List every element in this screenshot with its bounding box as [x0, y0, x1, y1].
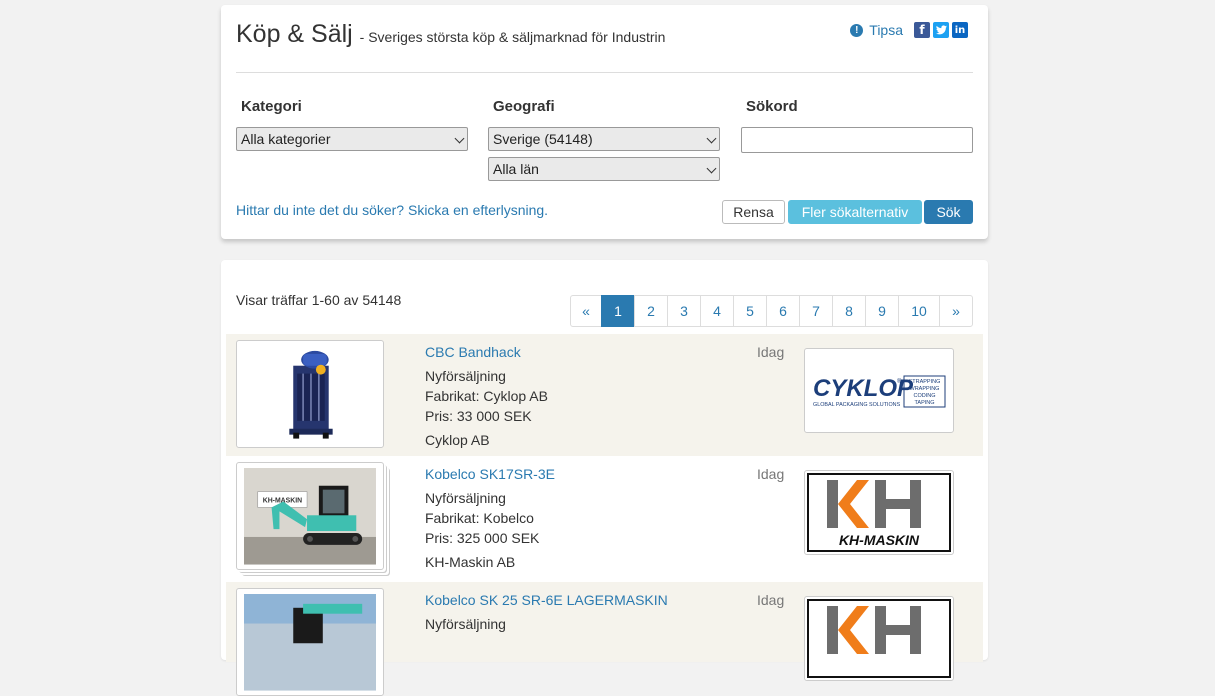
exclamation-circle-icon[interactable]: ! [850, 23, 864, 37]
kh-maskin-logo [807, 599, 951, 678]
svg-text:CODING: CODING [914, 393, 936, 399]
category-select[interactable]: Alla kategorier [236, 127, 468, 151]
listing-type: Nyförsäljning [425, 616, 506, 632]
bandhack-machine-image [289, 350, 333, 439]
page-9[interactable]: 9 [865, 295, 899, 327]
listing-title[interactable]: CBC Bandhack [425, 344, 521, 360]
svg-text:WRAPPING: WRAPPING [910, 386, 940, 392]
page-10[interactable]: 10 [898, 295, 940, 327]
page-prev[interactable]: « [570, 295, 602, 327]
listing-seller: Cyklop AB [425, 432, 490, 448]
cyklop-logo: CYKLOP ® GLOBAL PACKAGING SOLUTIONS STRA… [813, 375, 946, 408]
search-button[interactable]: Sök [924, 200, 973, 224]
page-2[interactable]: 2 [634, 295, 668, 327]
listing-make: Fabrikat: Cyklop AB [425, 388, 548, 404]
svg-text:STRAPPING: STRAPPING [909, 379, 941, 385]
page-1[interactable]: 1 [601, 295, 635, 327]
chevron-down-icon [706, 133, 717, 144]
listing-price: Pris: 325 000 SEK [425, 530, 540, 546]
linkedin-icon[interactable]: in [952, 22, 968, 38]
search-card: Köp & Sälj - Sveriges största köp & sälj… [221, 5, 988, 239]
listing-date: Idag [757, 466, 785, 482]
list-item[interactable]: CBC Bandhack Nyförsäljning Fabrikat: Cyk… [226, 334, 983, 456]
page-subtitle: - Sveriges största köp & säljmarknad för… [359, 29, 666, 45]
chevron-down-icon [706, 163, 717, 174]
keyword-label: Sökord [746, 98, 798, 115]
cyklop-logo-mark: ® [897, 378, 902, 385]
geo-select[interactable]: Sverige (54148) [488, 127, 720, 151]
efterlysning-link[interactable]: Hittar du inte det du söker? Skicka en e… [236, 202, 548, 218]
cyklop-logo-tagline: GLOBAL PACKAGING SOLUTIONS [813, 402, 901, 408]
listing-make: Fabrikat: Kobelco [425, 510, 534, 526]
page-5[interactable]: 5 [733, 295, 767, 327]
page-next[interactable]: » [939, 295, 973, 327]
listing-thumbnail[interactable]: KH-MASKIN [236, 462, 384, 570]
seller-logo-kh-maskin[interactable] [804, 596, 954, 681]
pagination: « 1 2 3 4 5 6 7 8 9 10 » [570, 295, 973, 327]
results-card: Visar träffar 1-60 av 54148 « 1 2 3 4 5 … [221, 260, 988, 696]
list-item[interactable]: Kobelco SK 25 SR-6E LAGERMASKIN Nyförsäl… [226, 582, 983, 696]
category-select-value: Alla kategorier [241, 131, 331, 147]
page-heading: Köp & Sälj - Sveriges största köp & sälj… [236, 20, 665, 49]
listing-type: Nyförsäljning [425, 490, 506, 506]
list-item[interactable]: KH-MASKIN Kobelco SK17SR-3E Nyförsäljnin… [226, 456, 983, 582]
listing-title[interactable]: Kobelco SK17SR-3E [425, 466, 555, 482]
listing-title[interactable]: Kobelco SK 25 SR-6E LAGERMASKIN [425, 592, 668, 608]
chevron-down-icon [454, 133, 465, 144]
listing-type: Nyförsäljning [425, 368, 506, 384]
page-8[interactable]: 8 [832, 295, 866, 327]
kh-maskin-logo-word: KH-MASKIN [839, 532, 920, 548]
seller-logo-cyklop[interactable]: CYKLOP ® GLOBAL PACKAGING SOLUTIONS STRA… [804, 348, 954, 433]
seller-logo-kh-maskin[interactable]: KH-MASKIN [804, 470, 954, 555]
listing-seller: KH-Maskin AB [425, 554, 516, 570]
listing-date: Idag [757, 592, 785, 608]
page-7[interactable]: 7 [799, 295, 833, 327]
share-bar: ! Tipsa f in [850, 22, 968, 38]
geo-select-value: Sverige (54148) [493, 131, 593, 147]
listing-thumbnail[interactable] [236, 340, 384, 448]
excavator-image [244, 594, 376, 691]
header-divider [236, 72, 973, 73]
listing-price: Pris: 33 000 SEK [425, 408, 532, 424]
facebook-icon[interactable]: f [914, 22, 930, 38]
category-label: Kategori [241, 98, 302, 115]
page-title: Köp & Sälj [236, 20, 353, 48]
tipsa-link[interactable]: Tipsa [869, 22, 903, 38]
result-count: Visar träffar 1-60 av 54148 [236, 292, 402, 308]
svg-text:TAPING: TAPING [914, 400, 934, 406]
page-3[interactable]: 3 [667, 295, 701, 327]
listing-date: Idag [757, 344, 785, 360]
geo-label: Geografi [493, 98, 555, 115]
county-select-value: Alla län [493, 161, 539, 177]
page-4[interactable]: 4 [700, 295, 734, 327]
more-options-button[interactable]: Fler sökalternativ [788, 200, 922, 224]
page-6[interactable]: 6 [766, 295, 800, 327]
keyword-input[interactable] [741, 127, 973, 153]
twitter-icon[interactable] [933, 22, 949, 38]
excavator-image: KH-MASKIN [244, 468, 376, 565]
county-select[interactable]: Alla län [488, 157, 720, 181]
clear-button[interactable]: Rensa [722, 200, 785, 224]
kh-maskin-logo: KH-MASKIN [807, 473, 951, 552]
listing-thumbnail[interactable] [236, 588, 384, 696]
